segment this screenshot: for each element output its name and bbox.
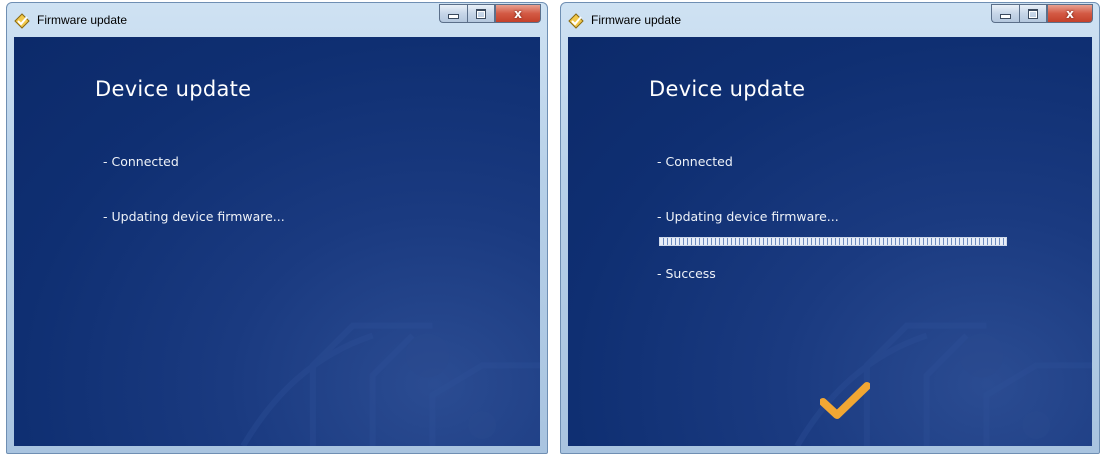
title-bar[interactable]: Firmware update x	[7, 3, 547, 37]
maximize-icon	[1028, 8, 1038, 19]
window-controls: x	[991, 4, 1093, 24]
status-updating: - Updating device firmware...	[103, 209, 285, 224]
status-connected: - Connected	[657, 154, 733, 169]
minimize-button[interactable]	[991, 4, 1019, 23]
status-updating: - Updating device firmware...	[657, 209, 839, 224]
dialog-heading: Device update	[95, 77, 252, 101]
firmware-update-window-left: Firmware update x Device update - Connec…	[6, 2, 548, 454]
firmware-update-window-right: Firmware update x Device update - Connec…	[560, 2, 1100, 454]
maximize-button[interactable]	[1019, 4, 1047, 23]
status-connected: - Connected	[103, 154, 179, 169]
checkmark-icon	[820, 382, 870, 419]
app-icon	[14, 13, 30, 29]
window-title: Firmware update	[591, 13, 682, 27]
close-icon: x	[514, 6, 522, 21]
close-button[interactable]: x	[495, 4, 541, 23]
minimize-button[interactable]	[439, 4, 467, 23]
firmware-progress-bar	[659, 237, 1007, 246]
window-controls: x	[439, 4, 541, 24]
maximize-button[interactable]	[467, 4, 495, 23]
minimize-icon	[1000, 14, 1011, 19]
dialog-content: Device update - Connected - Updating dev…	[568, 37, 1092, 446]
dialog-heading: Device update	[649, 77, 806, 101]
close-button[interactable]: x	[1047, 4, 1093, 23]
minimize-icon	[448, 14, 459, 19]
app-icon	[568, 13, 584, 29]
close-icon: x	[1066, 6, 1074, 21]
window-title: Firmware update	[37, 13, 128, 27]
circuit-background-graphic	[240, 322, 540, 446]
status-success: - Success	[657, 266, 716, 281]
progress-bar-fill	[660, 238, 1006, 245]
maximize-icon	[476, 8, 486, 19]
dialog-content: Device update - Connected - Updating dev…	[14, 37, 540, 446]
title-bar[interactable]: Firmware update x	[561, 3, 1099, 37]
